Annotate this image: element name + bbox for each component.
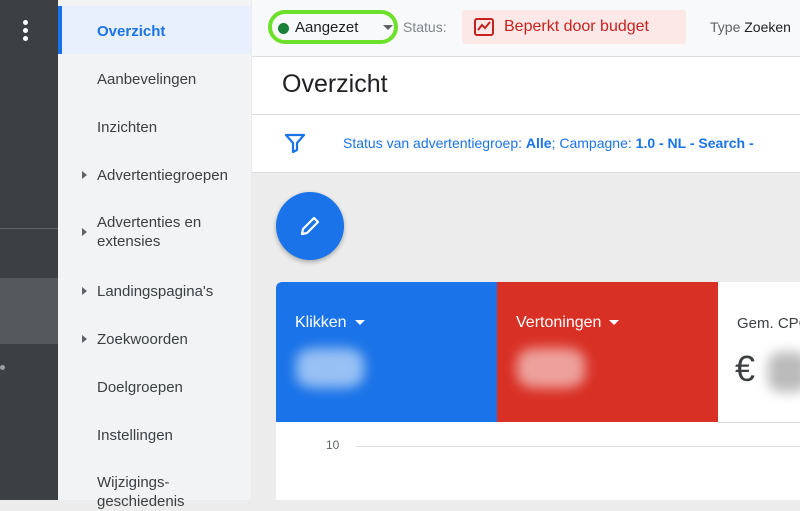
nav-item-inzichten[interactable]: Inzichten — [58, 102, 251, 150]
expand-caret-icon — [82, 335, 87, 343]
nav-item-doelgroepen[interactable]: Doelgroepen — [58, 362, 251, 410]
app-rail — [0, 0, 58, 500]
filter-value-2: 1.0 - NL - Search - — [635, 135, 754, 151]
campaign-status-bar: Aangezet Status: Beperkt door budget Typ… — [252, 0, 800, 57]
nav-item-label: Overzicht — [97, 23, 166, 40]
main-content: Aangezet Status: Beperkt door budget Typ… — [252, 0, 800, 500]
edit-button[interactable] — [276, 192, 344, 260]
nav-item-label: Aanbevelingen — [97, 71, 197, 88]
filter-icon[interactable] — [285, 133, 305, 153]
metric-label-text: Klikken — [295, 314, 347, 331]
nav-item-instellingen[interactable]: Instellingen — [58, 410, 251, 458]
enabled-dot-icon — [278, 23, 289, 34]
filter-prefix-1: Status van advertentiegroep: — [343, 135, 523, 151]
campaign-state-dropdown[interactable]: Aangezet — [266, 10, 402, 44]
redacted-value — [296, 348, 364, 388]
dropdown-arrow-icon — [609, 320, 620, 326]
expand-caret-icon — [82, 228, 87, 236]
nav-item-label: Doelgroepen — [97, 379, 183, 396]
nav-item-wijzigingsgeschiedenis[interactable]: Wijzigings-geschiedenis — [58, 458, 251, 510]
page-header: Overzicht — [252, 57, 800, 115]
page-title: Overzicht — [282, 70, 388, 98]
metric-card-cpc[interactable]: Gem. CPC € — [718, 282, 800, 423]
nav-item-overzicht[interactable]: Overzicht — [58, 6, 251, 54]
more-vert-icon[interactable] — [18, 20, 32, 46]
dropdown-arrow-icon — [354, 320, 365, 326]
metric-label: Gem. CPC — [737, 315, 800, 332]
chart-gridline — [356, 446, 800, 447]
type-label: Type — [710, 19, 741, 35]
trend-chart-icon — [474, 18, 494, 36]
nav-item-zoekwoorden[interactable]: Zoekwoorden — [58, 314, 251, 362]
metric-label[interactable]: Vertoningen — [516, 314, 620, 332]
nav-item-label: Landingspagina's — [97, 283, 214, 300]
nav-item-label: Zoekwoorden — [97, 331, 188, 348]
pencil-icon — [300, 216, 320, 236]
campaign-type: Type Zoeken — [710, 19, 791, 35]
nav-item-advertenties-en-extensies[interactable]: Advertenties en extensies — [58, 198, 251, 266]
nav-item-advertentiegroepen[interactable]: Advertentiegroepen — [58, 150, 251, 198]
metric-card-vertoningen[interactable]: Vertoningen — [497, 282, 718, 422]
filter-summary[interactable]: Status van advertentiegroep: Alle; Campa… — [343, 135, 754, 151]
nav-item-landingspaginas[interactable]: Landingspagina's — [58, 266, 251, 314]
type-value: Zoeken — [744, 19, 791, 35]
rail-divider — [0, 228, 58, 229]
metric-card-klikken[interactable]: Klikken — [276, 282, 497, 422]
active-indicator — [58, 6, 62, 54]
nav-item-aanbevelingen[interactable]: Aanbevelingen — [58, 54, 251, 102]
status-badge[interactable]: Beperkt door budget — [462, 10, 686, 44]
nav-item-label: Wijzigings-geschiedenis — [97, 474, 185, 510]
redacted-value — [517, 348, 585, 388]
metrics-panel: Klikken Vertoningen Gem. CPC € 10 — [276, 282, 800, 500]
metric-label-text: Vertoningen — [516, 314, 602, 331]
expand-caret-icon — [82, 171, 87, 179]
filter-bar[interactable]: Status van advertentiegroep: Alle; Campa… — [252, 115, 800, 173]
side-nav: Overzicht Aanbevelingen Inzichten Advert… — [58, 0, 251, 510]
nav-item-label: Advertentiegroepen — [97, 167, 228, 184]
filter-prefix-2: ; Campagne: — [551, 135, 632, 151]
currency-symbol: € — [735, 348, 756, 389]
metric-label[interactable]: Klikken — [295, 314, 365, 332]
dropdown-arrow-icon — [383, 25, 393, 30]
rail-indicator — [0, 365, 5, 370]
redacted-value — [768, 352, 800, 392]
status-value: Beperkt door budget — [504, 18, 649, 35]
filter-value-1: Alle — [525, 135, 552, 151]
nav-item-label: Instellingen — [97, 427, 173, 444]
expand-caret-icon — [82, 287, 87, 295]
campaign-state-label: Aangezet — [295, 19, 359, 36]
status-label: Status: — [403, 19, 447, 35]
rail-active-block[interactable] — [0, 278, 58, 344]
chart-y-tick: 10 — [326, 438, 340, 452]
nav-item-label: Inzichten — [97, 119, 158, 136]
nav-item-label: Advertenties en extensies — [97, 214, 202, 250]
